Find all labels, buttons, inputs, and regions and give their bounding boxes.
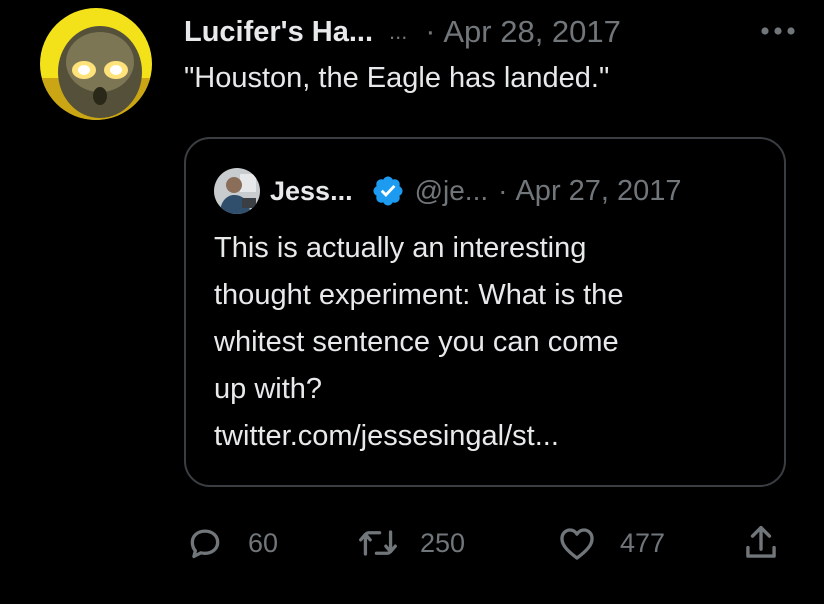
reply-icon (190, 529, 220, 559)
reply-button[interactable]: 60 (186, 518, 278, 568)
like-button[interactable]: 477 (558, 518, 665, 568)
quoted-tweet-card[interactable]: Jess... @je... · Apr 27, 2017 This is ac… (184, 137, 786, 487)
quoted-separator: · (498, 175, 508, 206)
more-options-button[interactable] (758, 16, 798, 46)
quoted-text-line: up with? (214, 373, 323, 405)
retweet-button[interactable]: 250 (356, 518, 465, 568)
header-separator: · (425, 15, 436, 48)
quoted-text-line: whitest sentence you can come (214, 326, 619, 358)
heart-icon (560, 528, 594, 560)
quoted-tweet-date[interactable]: Apr 27, 2017 (515, 175, 681, 208)
quoted-text-line: This is actually an interesting (214, 232, 587, 264)
avatar-image (40, 8, 152, 120)
retweet-count: 250 (420, 527, 466, 558)
action-bar: 60 250 477 (0, 518, 824, 568)
retweet-icon (359, 530, 397, 556)
name-ellipsis: ... (389, 19, 408, 44)
reply-count: 60 (248, 527, 279, 558)
quoted-text-line: thought experiment: What is the (214, 279, 624, 311)
quoted-text-link[interactable]: twitter.com/jessesingal/st... (214, 413, 774, 460)
author-avatar[interactable] (40, 8, 152, 120)
share-icon (746, 525, 776, 558)
tweet-date[interactable]: Apr 28, 2017 (443, 14, 621, 50)
more-dots-icon (761, 27, 795, 35)
quoted-avatar-image (214, 168, 260, 214)
quoted-author-avatar[interactable] (214, 168, 260, 214)
quoted-tweet-header: Jess... @je... · Apr 27, 2017 (214, 168, 682, 214)
quoted-author-name[interactable]: Jess... (270, 176, 353, 207)
verified-badge-icon (373, 176, 403, 206)
tweet: Lucifer's Ha... ... · Apr 28, 2017 "Hous… (0, 0, 824, 604)
share-button[interactable] (742, 518, 780, 568)
tweet-text: "Houston, the Eagle has landed." (184, 62, 610, 94)
author-display-name[interactable]: Lucifer's Ha... (184, 16, 373, 49)
quoted-tweet-text: This is actually an interesting thought … (214, 225, 774, 460)
quoted-author-handle[interactable]: @je... (415, 175, 489, 207)
tweet-header: Lucifer's Ha... ... · Apr 28, 2017 (184, 10, 621, 54)
like-count: 477 (620, 527, 666, 558)
